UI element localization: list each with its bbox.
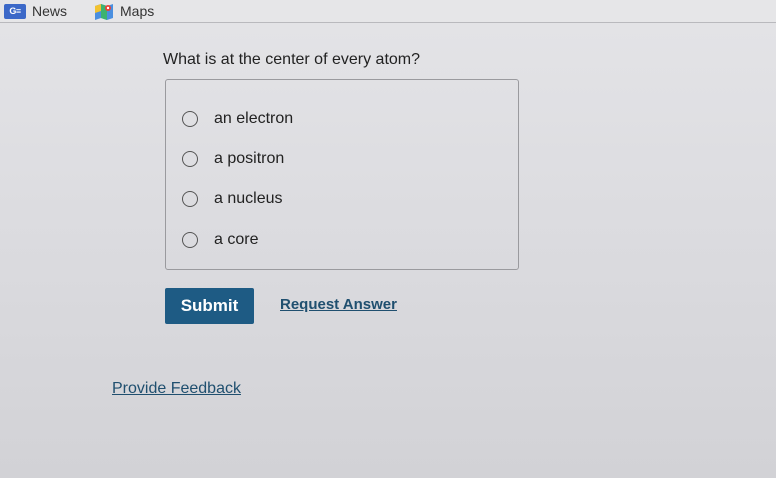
request-answer-link[interactable]: Request Answer — [280, 296, 397, 313]
bookmark-news-label: News — [32, 3, 68, 19]
radio-button[interactable] — [182, 151, 198, 167]
bookmark-news[interactable]: G≡ News — [4, 2, 67, 20]
option-label: a nucleus — [214, 190, 283, 207]
option-label: an electron — [214, 110, 294, 127]
option-a-core[interactable]: a core — [182, 229, 258, 251]
bookmark-maps-label: Maps — [120, 3, 155, 19]
submit-button[interactable]: Submit — [165, 288, 254, 324]
option-label: a positron — [214, 150, 285, 167]
option-a-nucleus[interactable]: a nucleus — [182, 188, 283, 210]
maps-icon — [95, 3, 113, 20]
bookmark-maps[interactable]: Maps — [94, 2, 154, 20]
radio-button[interactable] — [182, 111, 198, 127]
radio-button[interactable] — [182, 232, 198, 248]
option-an-electron[interactable]: an electron — [182, 108, 293, 130]
option-label: a core — [214, 231, 259, 248]
question-text: What is at the center of every atom? — [163, 51, 421, 68]
news-icon: G≡ — [4, 3, 26, 19]
option-a-positron[interactable]: a positron — [182, 148, 284, 170]
bookmarks-bar: G≡ News Maps — [0, 0, 776, 23]
provide-feedback-link[interactable]: Provide Feedback — [112, 380, 241, 398]
radio-button[interactable] — [182, 191, 198, 207]
